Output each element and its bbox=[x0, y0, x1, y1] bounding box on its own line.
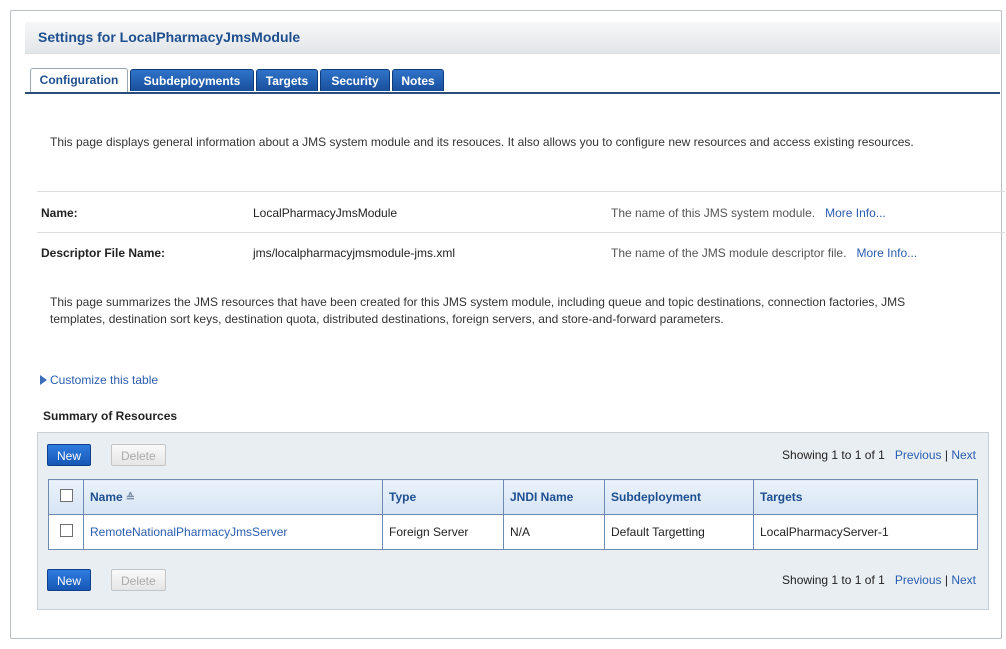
row-targets-cell: LocalPharmacyServer-1 bbox=[753, 514, 978, 550]
resources-table: Name ≙ Type JNDI Name Subdeployment Targe… bbox=[48, 479, 978, 550]
name-description-text: The name of this JMS system module. bbox=[611, 206, 816, 220]
row-name-cell: RemoteNationalPharmacyJmsServer bbox=[83, 514, 383, 550]
pager-previous-link[interactable]: Previous bbox=[895, 573, 942, 587]
row-checkbox[interactable] bbox=[59, 524, 73, 537]
tab-subdeployments[interactable]: Subdeployments bbox=[130, 69, 254, 91]
column-header-jndi-name[interactable]: JNDI Name bbox=[503, 479, 605, 515]
delete-button-bottom: Delete bbox=[111, 569, 166, 591]
pager-showing: Showing 1 to 1 of 1 bbox=[782, 448, 885, 462]
tab-targets[interactable]: Targets bbox=[256, 69, 318, 91]
row-type-cell: Foreign Server bbox=[382, 514, 504, 550]
select-all-checkbox[interactable] bbox=[59, 489, 73, 502]
row-subdeployment-cell: Default Targetting bbox=[604, 514, 754, 550]
delete-button-top: Delete bbox=[111, 444, 166, 466]
tab-configuration[interactable]: Configuration bbox=[30, 68, 128, 92]
table-row: RemoteNationalPharmacyJmsServer Foreign … bbox=[48, 514, 978, 550]
column-header-name[interactable]: Name ≙ bbox=[83, 479, 383, 515]
resource-name-link[interactable]: RemoteNationalPharmacyJmsServer bbox=[90, 525, 287, 539]
customize-table-link[interactable]: Customize this table bbox=[40, 373, 158, 387]
summary-text: This page summarizes the JMS resources t… bbox=[50, 295, 906, 326]
name-description: The name of this JMS system module. More … bbox=[611, 206, 886, 220]
page-header: Settings for LocalPharmacyJmsModule bbox=[25, 22, 1000, 54]
pager-top: Showing 1 to 1 of 1 Previous | Next bbox=[782, 448, 976, 462]
descriptor-description: The name of the JMS module descriptor fi… bbox=[611, 246, 917, 260]
pager-previous-link[interactable]: Previous bbox=[895, 448, 942, 462]
new-button-top[interactable]: New bbox=[47, 444, 92, 466]
pager-next-link[interactable]: Next bbox=[951, 448, 976, 462]
row-jndi-cell: N/A bbox=[503, 514, 605, 550]
descriptor-description-text: The name of the JMS module descriptor fi… bbox=[611, 246, 847, 260]
sort-ascending-icon: ≙ bbox=[125, 492, 135, 504]
summary-title: Summary of Resources bbox=[43, 409, 178, 423]
divider bbox=[37, 232, 1005, 233]
pager-separator: | bbox=[944, 448, 948, 462]
name-more-info-link[interactable]: More Info... bbox=[825, 206, 886, 220]
table-header-row: Name ≙ Type JNDI Name Subdeployment Targe… bbox=[48, 479, 978, 515]
pager-next-link[interactable]: Next bbox=[951, 573, 976, 587]
pager-bottom: Showing 1 to 1 of 1 Previous | Next bbox=[782, 573, 976, 587]
name-value: LocalPharmacyJmsModule bbox=[253, 206, 398, 220]
resources-panel: New Delete Showing 1 to 1 of 1 Previous … bbox=[37, 432, 989, 610]
tab-bar: Configuration Subdeployments Targets Sec… bbox=[25, 68, 1000, 94]
pager-showing: Showing 1 to 1 of 1 bbox=[782, 573, 885, 587]
tab-security[interactable]: Security bbox=[320, 69, 390, 91]
expand-triangle-icon bbox=[40, 375, 47, 385]
customize-label: Customize this table bbox=[50, 373, 159, 387]
divider bbox=[37, 191, 1005, 192]
tab-notes[interactable]: Notes bbox=[392, 69, 444, 91]
new-button-bottom[interactable]: New bbox=[47, 569, 92, 591]
descriptor-value: jms/localpharmacyjmsmodule-jms.xml bbox=[253, 246, 456, 260]
column-header-name-label: Name bbox=[90, 490, 123, 504]
column-header-type[interactable]: Type bbox=[382, 479, 504, 515]
column-header-subdeployment[interactable]: Subdeployment bbox=[604, 479, 754, 515]
descriptor-label: Descriptor File Name: bbox=[41, 246, 166, 260]
intro-text: This page displays general information a… bbox=[50, 135, 914, 149]
row-select-cell bbox=[48, 514, 84, 550]
name-label: Name: bbox=[41, 206, 78, 220]
pager-separator: | bbox=[944, 573, 948, 587]
page-title: Settings for LocalPharmacyJmsModule bbox=[38, 29, 301, 45]
column-header-targets[interactable]: Targets bbox=[753, 479, 978, 515]
descriptor-more-info-link[interactable]: More Info... bbox=[856, 246, 917, 260]
select-all-header bbox=[48, 479, 84, 515]
